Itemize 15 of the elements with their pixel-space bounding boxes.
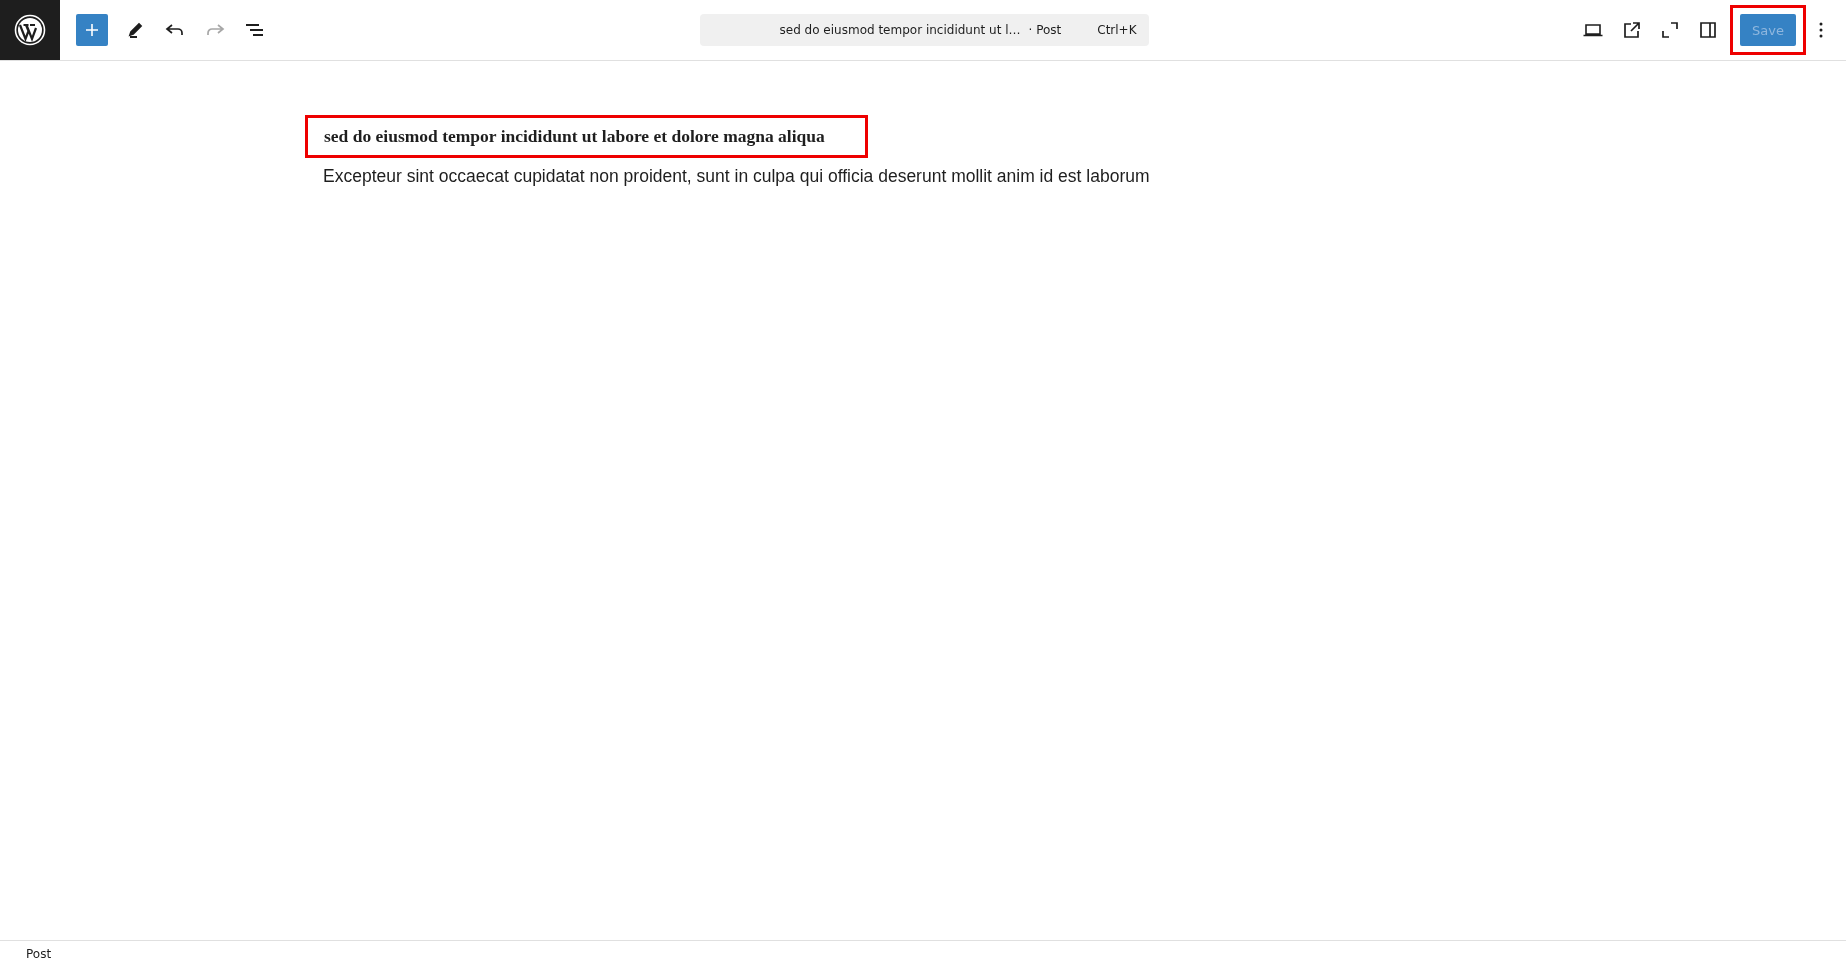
paragraph-text[interactable]: Excepteur sint occaecat cupidatat non proident, sunt in culpa qui officia deserunt mollit anim id est laborum [323, 166, 1846, 187]
command-bar[interactable]: sed do eiusmod tempor incididunt ut l… · Post Ctrl+K [699, 14, 1149, 46]
add-block-button[interactable] [76, 14, 108, 46]
plus-icon [84, 22, 100, 38]
keyboard-shortcut: Ctrl+K [1097, 23, 1137, 37]
sidebar-icon[interactable] [1698, 20, 1719, 40]
fullscreen-icon[interactable] [1660, 20, 1681, 40]
wordpress-logo-icon [14, 14, 46, 46]
breadcrumb[interactable]: Post [26, 946, 52, 961]
document-type: · Post [1028, 23, 1062, 37]
document-title: sed do eiusmod tempor incididunt ut l… [779, 23, 1021, 37]
external-link-icon[interactable] [1622, 20, 1643, 40]
more-options-icon[interactable] [1818, 21, 1824, 39]
wordpress-logo[interactable] [0, 0, 60, 60]
post-title[interactable]: sed do eiusmod tempor incididunt ut labore et dolore magna aliqua [305, 115, 868, 158]
